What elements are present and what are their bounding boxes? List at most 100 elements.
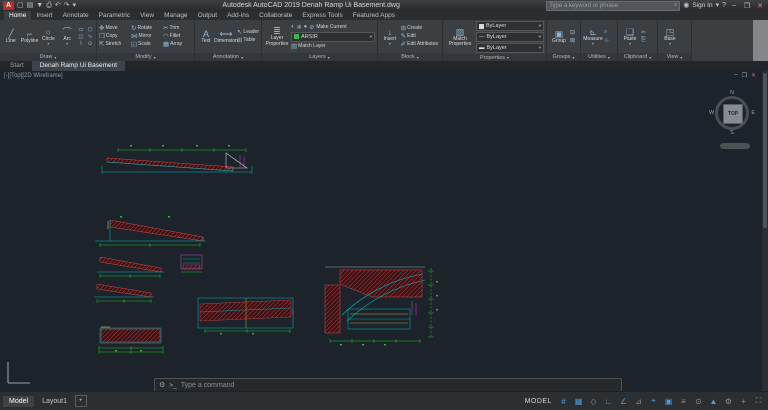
scale-button[interactable]: ◱Scale (131, 41, 162, 48)
workspace-switching-icon[interactable]: ⚙ (722, 395, 735, 408)
qat-dropdown-icon[interactable]: ▾ (73, 1, 77, 10)
ungroup-icon[interactable]: ⊟ (570, 29, 575, 36)
tab-annotate[interactable]: Annotate (58, 11, 94, 20)
model-space-indicator[interactable]: MODEL (525, 398, 552, 405)
view-panel-label[interactable]: View ▾ (658, 53, 691, 61)
stretch-button[interactable]: ⇱Stretch (99, 41, 130, 48)
tab-parametric[interactable]: Parametric (94, 11, 135, 20)
utilities-panel-label[interactable]: Utilities ▾ (581, 53, 617, 61)
isometric-drafting-icon[interactable]: ⊿ (632, 395, 645, 408)
close-button[interactable]: ✕ (755, 2, 765, 10)
layout1-tab[interactable]: Layout1 (36, 396, 73, 407)
layer-off-icon[interactable]: ◐ (291, 24, 295, 30)
draw-panel-label[interactable]: Draw ▾ (0, 53, 96, 61)
group-edit-icon[interactable]: ⊠ (570, 37, 575, 44)
trim-button[interactable]: ✂Trim (163, 25, 194, 32)
ortho-mode-icon[interactable]: ∟ (602, 395, 615, 408)
snap-mode-icon[interactable]: ▦ (572, 395, 585, 408)
layer-isolate-icon[interactable]: ⊘ (309, 24, 314, 31)
array-button[interactable]: ▦Array (163, 41, 194, 48)
viewcube[interactable]: N S W E TOP (710, 91, 754, 135)
viewcube-top-face[interactable]: TOP (723, 104, 743, 124)
linetype-dropdown[interactable]: — ByLayer ▾ (476, 32, 544, 42)
mirror-button[interactable]: ⋈Mirror (131, 33, 162, 40)
cut-icon[interactable]: ✂ (641, 29, 646, 36)
new-file-icon[interactable]: ▢ (17, 1, 24, 10)
object-color-dropdown[interactable]: ByLayer ▾ (476, 21, 544, 31)
layer-lock-icon[interactable]: ● (304, 24, 308, 30)
tab-express-tools[interactable]: Express Tools (297, 11, 347, 20)
model-tab[interactable]: Model (3, 396, 34, 407)
doc-close-button[interactable]: ✕ (751, 72, 756, 79)
spline-icon[interactable]: ∿ (86, 34, 94, 40)
lineweight-icon[interactable]: ≡ (677, 395, 690, 408)
table-button[interactable]: ⊞Table (237, 37, 259, 44)
tab-output[interactable]: Output (193, 11, 223, 20)
polygon-icon[interactable]: ⬡ (86, 27, 94, 33)
line-button[interactable]: ╱ Line (2, 29, 20, 45)
sign-in-button[interactable]: Sign In (692, 2, 712, 9)
lineweight-dropdown[interactable]: ▬ ByLayer ▾ (476, 43, 544, 53)
rotate-button[interactable]: ↻Rotate (131, 25, 162, 32)
insert-button[interactable]: ↓ Insert ▾ (380, 27, 400, 47)
viewcube-east[interactable]: E (751, 110, 755, 116)
base-button[interactable]: ◳ Base ▾ (660, 27, 680, 47)
move-button[interactable]: ✥Move (99, 25, 130, 32)
hatch-icon[interactable]: ◫ (77, 34, 85, 40)
tab-home[interactable]: Home (4, 11, 31, 20)
block-panel-label[interactable]: Block ▾ (378, 53, 442, 61)
doc-minimize-button[interactable]: – (734, 72, 737, 79)
layers-panel-label[interactable]: Layers ▾ (262, 53, 377, 61)
file-tab-drawing[interactable]: Denah Ramp Ui Basement (32, 61, 125, 71)
infer-constraints-icon[interactable]: ◇ (587, 395, 600, 408)
match-properties-button[interactable]: ▧ Match Properties (445, 27, 475, 48)
measure-button[interactable]: ⊾ Measure ▾ (583, 27, 603, 47)
file-tab-start[interactable]: Start (2, 61, 32, 71)
groups-panel-label[interactable]: Groups ▾ (547, 53, 580, 61)
command-line[interactable]: ⚙ >_ Type a command (154, 378, 622, 391)
arc-button[interactable]: ⌒ Arc ▾ (58, 27, 76, 47)
point-icon[interactable]: ⊙ (86, 41, 94, 47)
id-point-icon[interactable]: ⊹ (604, 37, 609, 44)
doc-restore-button[interactable]: ❐ (742, 72, 747, 79)
clipboard-panel-label[interactable]: Clipboard ▾ (618, 53, 657, 61)
quick-select-icon[interactable]: ⌕ (604, 29, 609, 36)
help-button[interactable]: ? (722, 1, 726, 10)
edit-block-button[interactable]: ✎Edit (401, 33, 440, 40)
group-button[interactable]: ▣ Group (549, 29, 569, 45)
new-layout-button[interactable]: + (75, 395, 87, 407)
properties-panel-label[interactable]: Properties ▾ (443, 54, 546, 61)
polyline-button[interactable]: ⌐ Polyline (21, 29, 39, 45)
edit-attributes-button[interactable]: ✐Edit Attributes (401, 41, 440, 48)
vertical-scrollbar[interactable] (762, 71, 768, 391)
layer-properties-button[interactable]: ≣ Layer Properties (264, 26, 290, 47)
search-icon[interactable]: ⌕ (674, 2, 677, 9)
viewcube-north[interactable]: N (730, 90, 734, 96)
rectangle-icon[interactable]: ▭ (77, 27, 85, 33)
save-icon[interactable]: ▼ (36, 1, 43, 10)
infocenter-search[interactable]: Type a keyword or phrase ⌕ (546, 1, 680, 11)
viewcube-south[interactable]: S (730, 130, 734, 136)
maximize-button[interactable]: ❐ (742, 2, 752, 10)
leader-button[interactable]: ↖Leader (237, 29, 259, 36)
tab-featured-apps[interactable]: Featured Apps (348, 11, 400, 20)
object-snap-icon[interactable]: ▣ (662, 395, 675, 408)
viewport-controls[interactable]: [-][Top][2D Wireframe] (4, 73, 63, 79)
clean-screen-icon[interactable]: ⛶ (752, 395, 765, 408)
selection-cycling-icon[interactable]: ⊙ (692, 395, 705, 408)
paste-button[interactable]: ❏ Paste ▾ (620, 27, 640, 47)
copy-clip-icon[interactable]: ⎘ (641, 37, 646, 44)
layer-dropdown[interactable]: ARSIR ▾ (291, 32, 375, 42)
autocad-logo[interactable]: A (3, 1, 14, 10)
layer-freeze-icon[interactable]: ❄ (297, 24, 302, 31)
polar-tracking-icon[interactable]: ∠ (617, 395, 630, 408)
plot-icon[interactable]: ⎙ (46, 1, 52, 10)
navigation-bar[interactable] (720, 143, 750, 149)
create-block-button[interactable]: ⊞Create (401, 25, 440, 32)
command-input[interactable]: Type a command (181, 382, 235, 389)
fillet-button[interactable]: ◠Fillet (163, 33, 194, 40)
annotation-visibility-icon[interactable]: ▲ (707, 395, 720, 408)
tab-addins[interactable]: Add-ins (222, 11, 254, 20)
modify-panel-label[interactable]: Modify ▾ (97, 53, 194, 61)
match-layer-button[interactable]: ▧Match Layer (291, 43, 375, 50)
